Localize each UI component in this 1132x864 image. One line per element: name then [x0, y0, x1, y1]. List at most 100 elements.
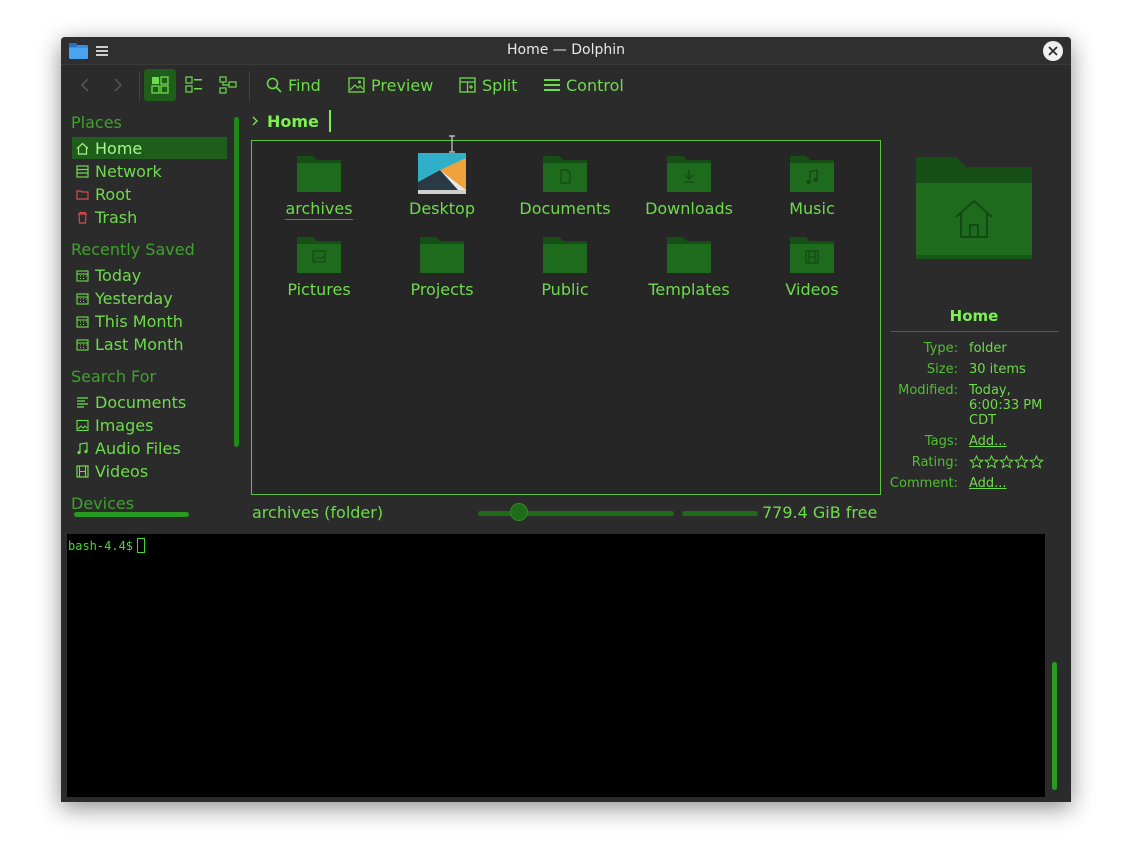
find-label: Find — [288, 75, 321, 95]
zoom-slider-handle[interactable] — [510, 503, 528, 521]
file-name: Projects — [410, 280, 474, 299]
info-value: folder — [969, 341, 1007, 356]
film-icon — [76, 464, 89, 478]
file-item-archives[interactable]: archives — [264, 141, 374, 220]
chevron-right-icon — [252, 116, 258, 126]
sidebar-item-images[interactable]: Images — [72, 414, 227, 436]
sidebar-item-label: Last Month — [95, 334, 184, 354]
terminal-panel[interactable]: bash-4.4$ — [67, 534, 1045, 797]
file-item-public[interactable]: Public — [510, 222, 620, 299]
info-title: Home — [949, 307, 999, 325]
file-item-downloads[interactable]: Downloads — [634, 141, 744, 218]
sidebar-item-label: Images — [95, 415, 154, 435]
sidebar-item-yesterday[interactable]: Yesterday — [72, 287, 227, 309]
file-name: Templates — [648, 280, 730, 299]
star-icon[interactable] — [984, 454, 999, 469]
sidebar-item-documents[interactable]: Documents — [72, 391, 227, 413]
icons-view-button[interactable] — [144, 69, 176, 101]
sidebar-item-label: Trash — [95, 207, 138, 227]
star-icon[interactable] — [1029, 454, 1044, 469]
compact-view-button[interactable] — [178, 69, 210, 101]
sidebar-item-home[interactable]: Home — [72, 137, 227, 159]
find-button[interactable]: Find — [266, 69, 321, 101]
home-folder-icon — [916, 157, 1032, 259]
terminal-scrollbar[interactable] — [1052, 662, 1057, 790]
sidebar-item-label: Home — [95, 138, 143, 158]
image-preview-icon — [348, 77, 365, 93]
places-horizontal-scrollbar[interactable] — [74, 512, 189, 517]
star-icon[interactable] — [969, 454, 984, 469]
file-name: Videos — [785, 280, 839, 299]
chevron-left-icon — [80, 78, 89, 92]
file-name: Music — [789, 199, 835, 218]
star-icon[interactable] — [999, 454, 1014, 469]
free-space-text: 779.4 GiB free — [762, 503, 878, 522]
title-bar[interactable]: Home — Dolphin — [61, 37, 1071, 65]
add-tags-link[interactable]: Add... — [969, 434, 1059, 449]
file-name: Pictures — [287, 280, 351, 299]
file-item-templates[interactable]: Templates — [634, 222, 744, 299]
info-value: Today, 6:00:33 PM CDT — [969, 383, 1043, 428]
folder-icon — [543, 237, 587, 273]
back-button[interactable] — [69, 69, 101, 101]
disk-space-bar — [682, 511, 758, 516]
sidebar-item-videos[interactable]: Videos — [72, 460, 227, 482]
file-view[interactable]: archives Desktop Documents Downloads Mus… — [251, 140, 881, 495]
zoom-slider[interactable] — [478, 511, 674, 516]
file-item-music[interactable]: Music — [757, 141, 867, 218]
folder-icon — [420, 237, 464, 273]
file-item-desktop[interactable]: Desktop — [387, 141, 497, 218]
window-title: Home — Dolphin — [506, 42, 625, 58]
sidebar-item-last-month[interactable]: Last Month — [72, 333, 227, 355]
info-key: Rating: — [911, 455, 958, 470]
details-view-button[interactable] — [212, 69, 244, 101]
information-panel: Home Type: folder Size: 30 items Modifie… — [889, 147, 1059, 507]
places-heading: Places — [71, 113, 122, 132]
file-name: archives — [285, 199, 353, 220]
sidebar-item-this-month[interactable]: This Month — [72, 310, 227, 332]
sidebar-item-audio-files[interactable]: Audio Files — [72, 437, 227, 459]
selection-status: archives (folder) — [252, 503, 384, 522]
file-item-documents[interactable]: Documents — [510, 141, 620, 218]
star-icon[interactable] — [1014, 454, 1029, 469]
control-menu-button[interactable]: Control — [544, 69, 624, 101]
info-value: 30 items — [969, 362, 1026, 377]
breadcrumb-home[interactable]: Home — [267, 112, 319, 131]
preview-label: Preview — [371, 75, 434, 95]
split-button[interactable]: Split — [459, 69, 517, 101]
sidebar-item-network[interactable]: Network — [72, 160, 227, 182]
dolphin-window: Home — Dolphin Find Preview Split Contro… — [61, 37, 1071, 802]
forward-button[interactable] — [102, 69, 134, 101]
sidebar-item-root[interactable]: Root — [72, 183, 227, 205]
breadcrumb[interactable]: Home — [251, 109, 331, 133]
rating-stars[interactable] — [969, 454, 1069, 473]
toolbar-separator — [249, 71, 250, 101]
terminal-prompt-line: bash-4.4$ — [68, 538, 146, 553]
sidebar-item-label: Audio Files — [95, 438, 181, 458]
split-view-icon — [459, 77, 476, 93]
hamburger-menu-icon — [544, 79, 560, 91]
compact-view-icon — [185, 76, 202, 93]
sidebar-item-trash[interactable]: Trash — [72, 206, 227, 228]
sidebar-item-today[interactable]: Today — [72, 264, 227, 286]
image-icon — [76, 419, 89, 431]
calendar-icon — [76, 269, 89, 282]
file-item-projects[interactable]: Projects — [387, 222, 497, 299]
file-item-pictures[interactable]: Pictures — [264, 222, 374, 299]
music-note-icon — [77, 441, 88, 454]
places-vertical-scrollbar[interactable] — [234, 117, 239, 447]
home-icon — [76, 142, 89, 155]
close-button[interactable] — [1043, 41, 1063, 61]
trash-icon — [78, 211, 87, 224]
file-item-videos[interactable]: Videos — [757, 222, 867, 299]
devices-heading: Devices — [71, 494, 135, 509]
file-name: Documents — [519, 199, 611, 218]
toolbar: Find Preview Split Control — [61, 65, 1071, 105]
preview-button[interactable]: Preview — [348, 69, 433, 101]
root-folder-icon — [76, 189, 89, 200]
calendar-icon — [76, 338, 89, 351]
info-key: Size: — [926, 362, 958, 377]
add-comment-link[interactable]: Add... — [969, 476, 1059, 491]
info-key: Modified: — [898, 383, 958, 398]
info-key: Tags: — [924, 434, 958, 449]
